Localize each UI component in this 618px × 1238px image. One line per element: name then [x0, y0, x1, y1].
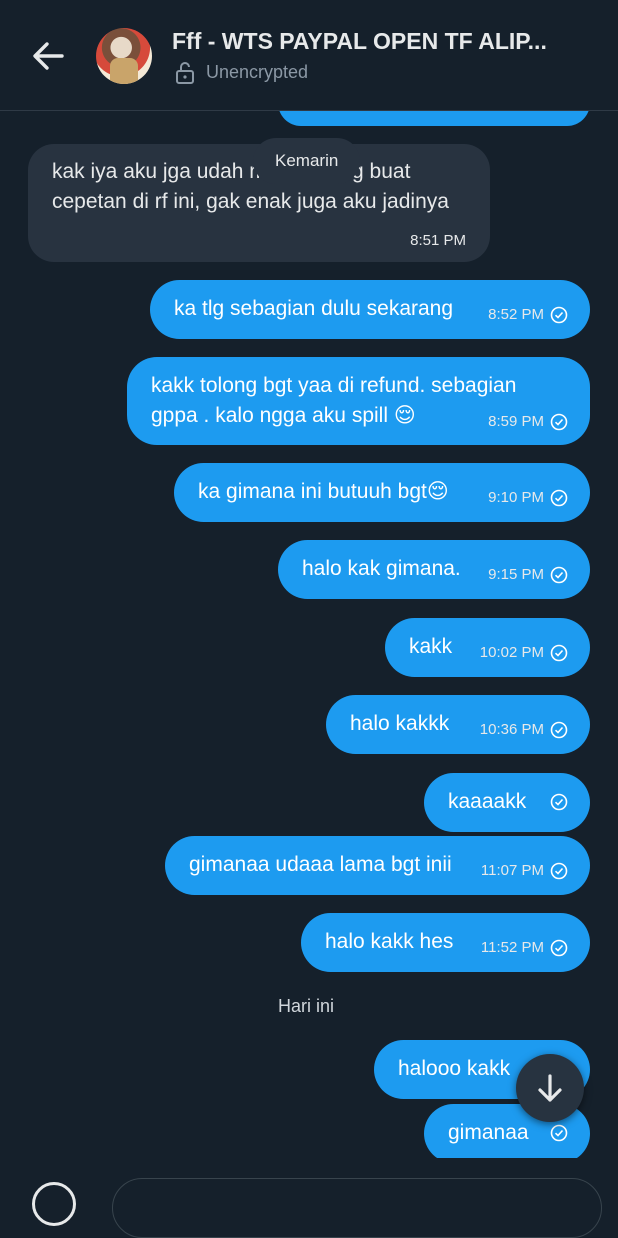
- encryption-status: Unencrypted: [174, 60, 308, 84]
- message-text: halooo kakk: [398, 1057, 511, 1080]
- plus-circle-icon[interactable]: [32, 1182, 76, 1226]
- check-circle-icon: [550, 1124, 568, 1142]
- outgoing-message[interactable]: kakk 10:02 PM: [385, 618, 590, 677]
- check-circle-icon: [550, 939, 568, 957]
- message-time: 8:59 PM: [488, 413, 544, 430]
- back-button[interactable]: [28, 36, 68, 76]
- message-time: 9:10 PM: [488, 489, 544, 506]
- message-text: kak iya aku jga udah minta tolong buat c…: [52, 160, 449, 213]
- check-circle-icon: [550, 721, 568, 739]
- check-circle-icon: [550, 793, 568, 811]
- date-separator-today: Hari ini: [278, 996, 335, 1016]
- outgoing-message[interactable]: kakk tolong bgt yaa di refund. sebagian …: [127, 357, 590, 445]
- lock-open-icon: [176, 62, 194, 84]
- message-time: 11:52 PM: [480, 939, 544, 956]
- message-text: ka tlg sebagian dulu sekarang: [174, 297, 454, 320]
- message-text: gimanaa: [448, 1121, 529, 1144]
- date-separator-kemarin: Kemarin: [253, 138, 361, 184]
- conversation-title[interactable]: Fff - WTS PAYPAL OPEN TF ALIP...: [172, 28, 592, 55]
- message-time: 8:51 PM: [410, 232, 466, 249]
- message-time: 9:15 PM: [488, 566, 544, 583]
- message-bubble-partial: [278, 110, 590, 126]
- message-time: 8:52 PM: [488, 306, 544, 323]
- scroll-to-bottom-button[interactable]: [516, 1054, 584, 1122]
- message-text: halo kak gimana.: [302, 557, 461, 580]
- message-text: kaaaakk: [448, 790, 527, 813]
- chat-header: Fff - WTS PAYPAL OPEN TF ALIP... Unencry…: [0, 0, 618, 111]
- message-text: ka gimana ini butuuh bgt😌: [198, 480, 449, 503]
- message-text: halo kakkk: [350, 712, 450, 735]
- message-time: 10:02 PM: [479, 644, 544, 661]
- check-circle-icon: [550, 413, 568, 431]
- outgoing-message[interactable]: ka gimana ini butuuh bgt😌 9:10 PM: [174, 463, 590, 522]
- outgoing-message[interactable]: halo kakkk 10:36 PM: [326, 695, 590, 754]
- outgoing-message[interactable]: gimanaa udaaa lama bgt inii 11:07 PM: [165, 836, 590, 895]
- avatar[interactable]: [96, 28, 152, 84]
- message-composer: [0, 1158, 618, 1238]
- check-circle-icon: [550, 644, 568, 662]
- outgoing-message[interactable]: ka tlg sebagian dulu sekarang 8:52 PM: [150, 280, 590, 339]
- encryption-status-label: Unencrypted: [206, 61, 309, 82]
- check-circle-icon: [550, 862, 568, 880]
- check-circle-icon: [550, 489, 568, 507]
- message-text: gimanaa udaaa lama bgt inii: [189, 853, 452, 876]
- message-time: 11:07 PM: [480, 862, 544, 879]
- check-circle-icon: [550, 306, 568, 324]
- outgoing-message[interactable]: kaaaakk: [424, 773, 590, 832]
- message-text: kakk: [409, 635, 453, 658]
- outgoing-message[interactable]: halo kak gimana. 9:15 PM: [278, 540, 590, 599]
- message-time: 10:36 PM: [479, 721, 544, 738]
- message-text: halo kakk hes: [325, 930, 454, 953]
- message-text: kakk tolong bgt yaa di refund. sebagian …: [151, 374, 517, 427]
- arrow-down-icon: [538, 1074, 562, 1102]
- message-list[interactable]: kak iya aku jga udah minta tolong buat c…: [0, 110, 618, 1158]
- arrow-left-icon: [33, 42, 64, 70]
- outgoing-message[interactable]: halo kakk hes 11:52 PM: [301, 913, 590, 972]
- message-input[interactable]: [112, 1178, 602, 1238]
- check-circle-icon: [550, 566, 568, 584]
